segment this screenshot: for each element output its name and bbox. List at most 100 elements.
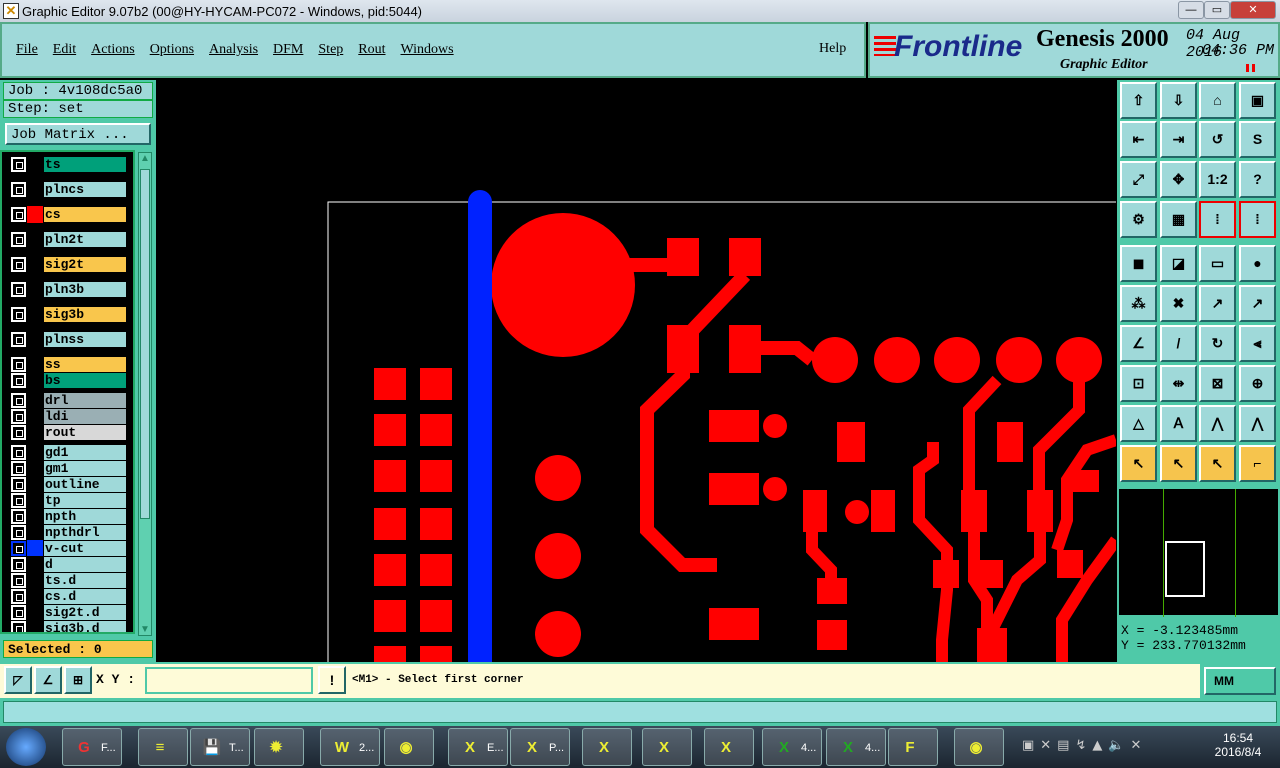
layer-checkbox[interactable] [11,232,26,247]
menu-help[interactable]: Help [819,41,846,57]
layer-checkbox[interactable] [11,425,26,440]
layer-color-swatch[interactable] [27,331,43,348]
taskbar-item[interactable]: W 2... [320,728,380,766]
layer-color-swatch[interactable] [27,372,43,389]
layer-row-ts.d[interactable]: ts.d [10,572,127,589]
layer-row-tp[interactable]: tp [10,492,127,509]
route-icon[interactable]: ⌐ [1239,445,1276,482]
fit-all-icon[interactable]: ⤢ [1120,161,1157,198]
layer-name[interactable]: ts.d [43,572,127,589]
layer-color-swatch[interactable] [27,604,43,621]
taskbar-item[interactable]: F [888,728,938,766]
layer-checkbox[interactable] [11,557,26,572]
layer-checkbox[interactable] [11,493,26,508]
layer-color-swatch[interactable] [27,281,43,298]
layer-checkbox[interactable] [11,525,26,540]
layer-checkbox[interactable] [11,393,26,408]
graphics-canvas[interactable] [157,80,1116,662]
layer-row-gd1[interactable]: gd1 [10,444,127,461]
shapes-icon[interactable]: ⊕ [1239,365,1276,402]
layer-color-swatch[interactable] [27,556,43,573]
layer-checkbox[interactable] [11,182,26,197]
taskbar-item[interactable]: X [642,728,692,766]
scale-1-2-icon[interactable]: 1:2 [1199,161,1236,198]
layer-name[interactable]: ts [43,156,127,173]
layer-row-rout[interactable]: rout [10,424,127,441]
undo-zoom-icon[interactable]: ↺ [1199,121,1236,158]
zoom-in-icon[interactable]: ⇤ [1120,121,1157,158]
line-icon[interactable]: ∠ [1120,325,1157,362]
taskbar-item[interactable]: X [582,728,632,766]
layer-scrollbar[interactable]: ▲ ▼ [138,152,152,636]
scroll-down-icon[interactable]: ▼ [140,624,150,635]
layer-color-swatch[interactable] [27,444,43,461]
layer-row-d[interactable]: d [10,556,127,573]
layer-color-swatch[interactable] [27,588,43,605]
taskbar-item[interactable]: X E... [448,728,508,766]
layer-checkbox[interactable] [11,589,26,604]
layer-checkbox[interactable] [11,257,26,272]
fill-icon[interactable]: ● [1239,245,1276,282]
redraw-icon[interactable]: S [1239,121,1276,158]
menu-edit[interactable]: Edit [53,42,76,58]
move-icon[interactable]: ↗ [1199,285,1236,322]
line-blue-icon[interactable]: / [1160,325,1197,362]
layer-row-drl[interactable]: drl [10,392,127,409]
layer-row-sig3b[interactable]: sig3b [10,306,127,323]
layer-checkbox[interactable] [11,282,26,297]
layer-color-swatch[interactable] [27,572,43,589]
layer-name[interactable]: pln3b [43,281,127,298]
layer-row-pln3b[interactable]: pln3b [10,281,127,298]
alert-button[interactable]: ! [318,666,346,694]
scroll-thumb[interactable] [140,169,150,519]
open-step-icon[interactable]: ⇧ [1120,82,1157,119]
layer-row-gm1[interactable]: gm1 [10,460,127,477]
zoom-out-icon[interactable]: ⇥ [1160,121,1197,158]
ruler-icon[interactable]: ▭ [1199,245,1236,282]
layer-row-bs[interactable]: bs [10,372,127,389]
hatch-icon[interactable]: ⫷ [1239,325,1276,362]
layer-row-sig3b.d[interactable]: sig3b.d [10,620,127,632]
layer-row-plncs[interactable]: plncs [10,181,127,198]
layer-checkbox[interactable] [11,509,26,524]
taskbar-item[interactable]: X 4... [762,728,822,766]
job-matrix-button[interactable]: Job Matrix ... [5,123,151,145]
split-icon[interactable]: ⇹ [1160,365,1197,402]
layer-color-swatch[interactable] [27,306,43,323]
menu-options[interactable]: Options [150,42,194,58]
layer-color-swatch[interactable] [27,620,43,632]
minimize-button[interactable]: — [1178,1,1204,19]
add-trace-icon[interactable]: ⋀ [1199,405,1236,442]
layer-color-swatch[interactable] [27,156,43,173]
taskbar-item[interactable]: 💾 T... [190,728,250,766]
layer-color-swatch[interactable] [27,181,43,198]
scroll-up-icon[interactable]: ▲ [140,153,150,164]
layer-name[interactable]: npthdrl [43,524,127,541]
layer-row-ts[interactable]: ts [10,156,127,173]
layer-color-swatch[interactable] [27,206,43,223]
overview-map[interactable] [1117,487,1280,617]
taskbar-item[interactable]: X [704,728,754,766]
layer-row-ss[interactable]: ss [10,356,127,373]
dim-icon[interactable]: ⊠ [1199,365,1236,402]
zoom-center-icon[interactable]: ✥ [1160,161,1197,198]
layer-checkbox[interactable] [11,541,26,556]
close-step-icon[interactable]: ⇩ [1160,82,1197,119]
layer-name[interactable]: plncs [43,181,127,198]
xy-input[interactable] [145,667,313,694]
select-net-icon[interactable]: ↖ [1199,445,1236,482]
menu-analysis[interactable]: Analysis [209,42,258,58]
layer-row-plnss[interactable]: plnss [10,331,127,348]
layer-color-swatch[interactable] [27,476,43,493]
pause-icon[interactable] [1246,64,1255,72]
layer-checkbox[interactable] [11,157,26,172]
taskbar-item[interactable]: X P... [510,728,570,766]
pad-edit-icon[interactable]: ⊡ [1120,365,1157,402]
units-selector[interactable]: MM [1204,667,1276,695]
layer-checkbox[interactable] [11,573,26,588]
layer-color-swatch[interactable] [27,508,43,525]
layer-checkbox[interactable] [11,307,26,322]
layer-name[interactable]: ss [43,356,127,373]
layer-name[interactable]: pln2t [43,231,127,248]
menu-actions[interactable]: Actions [91,42,135,58]
